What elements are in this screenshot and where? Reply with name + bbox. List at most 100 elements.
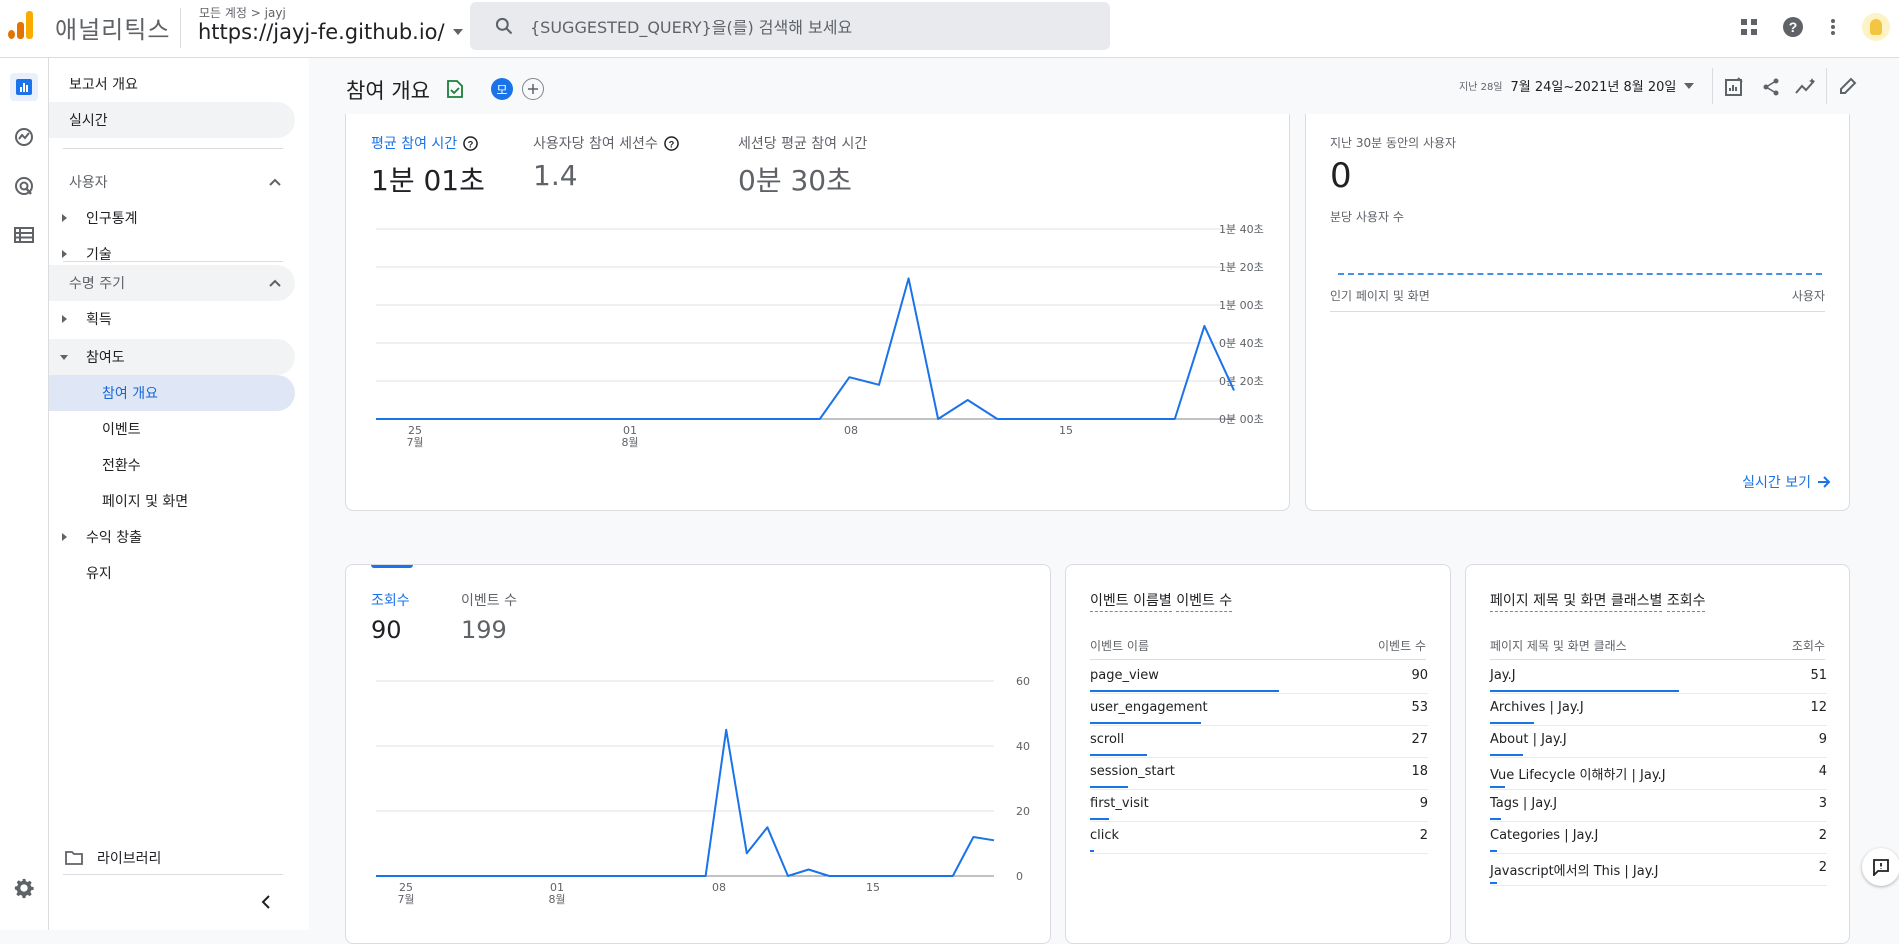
series-line: [376, 278, 1234, 419]
table-row[interactable]: session_start18: [1090, 758, 1428, 790]
col-header-name: 페이지 제목 및 화면 클래스: [1490, 637, 1627, 654]
nav-section-lifecycle[interactable]: 수명 주기: [49, 265, 295, 301]
settings-gear-icon[interactable]: [10, 874, 38, 902]
page-header: 참여 개요 모 지난 28일 7월 24일~2021년 8월 20일: [309, 58, 1899, 122]
top-actions: ?: [1725, 0, 1899, 54]
explore-icon[interactable]: [10, 123, 38, 151]
apps-grid-icon[interactable]: [1725, 18, 1773, 36]
x-tick-day: 08: [712, 881, 726, 894]
search-box[interactable]: {SUGGESTED_QUERY}을(를) 검색해 보세요: [470, 2, 1110, 50]
table-row[interactable]: Jay.J51: [1490, 662, 1827, 694]
x-tick-day: 08: [844, 424, 858, 437]
help-icon[interactable]: ?: [1773, 16, 1813, 38]
property-selector[interactable]: https://jayj-fe.github.io/: [198, 20, 463, 44]
table-row[interactable]: About | Jay.J9: [1490, 726, 1827, 758]
nav-item-monetization[interactable]: 수익 창출: [49, 519, 295, 555]
breadcrumb[interactable]: 모든 계정 > jayj: [199, 4, 286, 21]
table-row[interactable]: Javascript에서의 This | Jay.J2: [1490, 854, 1827, 886]
row-value: 2: [1819, 828, 1827, 843]
comparison-avatar[interactable]: 모: [491, 78, 513, 100]
row-value-bar: [1490, 850, 1497, 852]
configure-icon[interactable]: [10, 221, 38, 249]
edit-pencil-icon[interactable]: [1839, 77, 1857, 95]
nav-item-pages-screens-label: 페이지 및 화면: [102, 491, 188, 511]
check-file-icon[interactable]: [447, 80, 463, 98]
card-title-metric[interactable]: 이벤트 수: [1176, 593, 1232, 612]
row-value-bar: [1090, 754, 1147, 756]
row-divider: [1490, 885, 1827, 886]
table-row[interactable]: Categories | Jay.J2: [1490, 822, 1827, 854]
nav-item-acquisition[interactable]: 획득: [49, 301, 295, 337]
y-tick-label: 0분 40초: [1219, 337, 1264, 350]
date-range-selector[interactable]: 지난 28일 7월 24일~2021년 8월 20일: [1459, 76, 1694, 95]
nav-overview-label: 보고서 개요: [69, 74, 138, 94]
row-value-bar: [1090, 690, 1279, 692]
series-line: [376, 730, 994, 876]
nav-realtime[interactable]: 실시간: [49, 102, 295, 138]
card-title-dimension[interactable]: 이벤트 이름별: [1090, 593, 1172, 612]
more-vert-icon[interactable]: [1813, 18, 1853, 36]
table-row[interactable]: Tags | Jay.J3: [1490, 790, 1827, 822]
view-realtime-link[interactable]: 실시간 보기: [1742, 472, 1831, 492]
insights-icon[interactable]: [1795, 77, 1817, 97]
nav-item-retention[interactable]: 유지: [49, 555, 295, 591]
realtime-value: 0: [1330, 156, 1352, 196]
chevron-up-icon: [269, 279, 281, 287]
customize-report-icon[interactable]: [1724, 77, 1744, 97]
nav-item-events-label: 이벤트: [102, 419, 141, 439]
row-label: Archives | Jay.J: [1490, 700, 1584, 715]
nav-section-users-label: 사용자: [69, 172, 108, 192]
analytics-logo-icon[interactable]: [8, 11, 34, 39]
card-title-metric[interactable]: 조회수: [1667, 593, 1706, 612]
row-value: 3: [1819, 796, 1827, 811]
row-value-bar: [1090, 818, 1109, 820]
svg-text:?: ?: [1789, 19, 1798, 35]
nav-item-pages-screens[interactable]: 페이지 및 화면: [49, 483, 295, 519]
nav-section-users[interactable]: 사용자: [49, 164, 295, 200]
table-row[interactable]: Archives | Jay.J12: [1490, 694, 1827, 726]
nav-overview[interactable]: 보고서 개요: [49, 66, 295, 102]
nav-item-conversions[interactable]: 전환수: [49, 447, 295, 483]
y-tick-label: 60: [1016, 675, 1030, 688]
nav-item-engagement-label: 참여도: [86, 347, 125, 367]
table-row[interactable]: scroll27: [1090, 726, 1428, 758]
row-value-bar: [1490, 690, 1679, 692]
collapse-chevron-icon[interactable]: [261, 894, 271, 913]
reports-icon[interactable]: [10, 73, 38, 101]
header-vdivider: [1712, 68, 1713, 104]
share-icon[interactable]: [1761, 77, 1781, 97]
card-title: 페이지 제목 및 화면 클래스별 조회수: [1490, 590, 1705, 610]
card-title-dimension[interactable]: 페이지 제목 및 화면 클래스별: [1490, 593, 1662, 612]
table-row[interactable]: click2: [1090, 822, 1428, 854]
feedback-button[interactable]: [1862, 848, 1899, 886]
nav-item-events[interactable]: 이벤트: [49, 411, 295, 447]
advertising-icon[interactable]: [10, 172, 38, 200]
row-label: scroll: [1090, 732, 1124, 747]
account-avatar[interactable]: [1853, 13, 1899, 41]
table-row[interactable]: Vue Lifecycle 이해하기 | Jay.J4: [1490, 758, 1827, 790]
caret-right-icon: [62, 250, 67, 258]
col-header-value: 이벤트 수: [1378, 637, 1426, 654]
per-minute-sparkline: [1338, 273, 1822, 275]
top-pages-header: 인기 페이지 및 화면: [1330, 287, 1430, 304]
nav-library[interactable]: 라이브러리: [49, 840, 295, 876]
row-label: About | Jay.J: [1490, 732, 1567, 747]
nav-item-engagement-overview[interactable]: 참여 개요: [49, 375, 295, 411]
report-nav: 보고서 개요 실시간 사용자 인구통계 기술 수명 주기 획득 참여도 참여 개…: [49, 58, 309, 930]
table-row[interactable]: page_view90: [1090, 662, 1428, 694]
card-title: 이벤트 이름별 이벤트 수: [1090, 590, 1232, 610]
events-by-name-card: 이벤트 이름별 이벤트 수 이벤트 이름 이벤트 수 page_view90us…: [1065, 564, 1451, 944]
table-row[interactable]: user_engagement53: [1090, 694, 1428, 726]
row-value: 2: [1420, 828, 1428, 843]
views-events-card: 조회수 90 이벤트 수 199 6040200257월018월0815: [345, 564, 1051, 944]
nav-item-demographics[interactable]: 인구통계: [49, 200, 295, 236]
row-value: 90: [1411, 668, 1428, 683]
table-row[interactable]: first_visit9: [1090, 790, 1428, 822]
x-tick-month: 8월: [621, 436, 638, 449]
nav-item-engagement[interactable]: 참여도: [49, 339, 295, 375]
y-tick-label: 40: [1016, 740, 1030, 753]
y-tick-label: 1분 40초: [1219, 223, 1264, 236]
nav-item-conversions-label: 전환수: [102, 455, 141, 475]
add-comparison-button[interactable]: [522, 78, 544, 100]
row-value-bar: [1090, 850, 1094, 852]
